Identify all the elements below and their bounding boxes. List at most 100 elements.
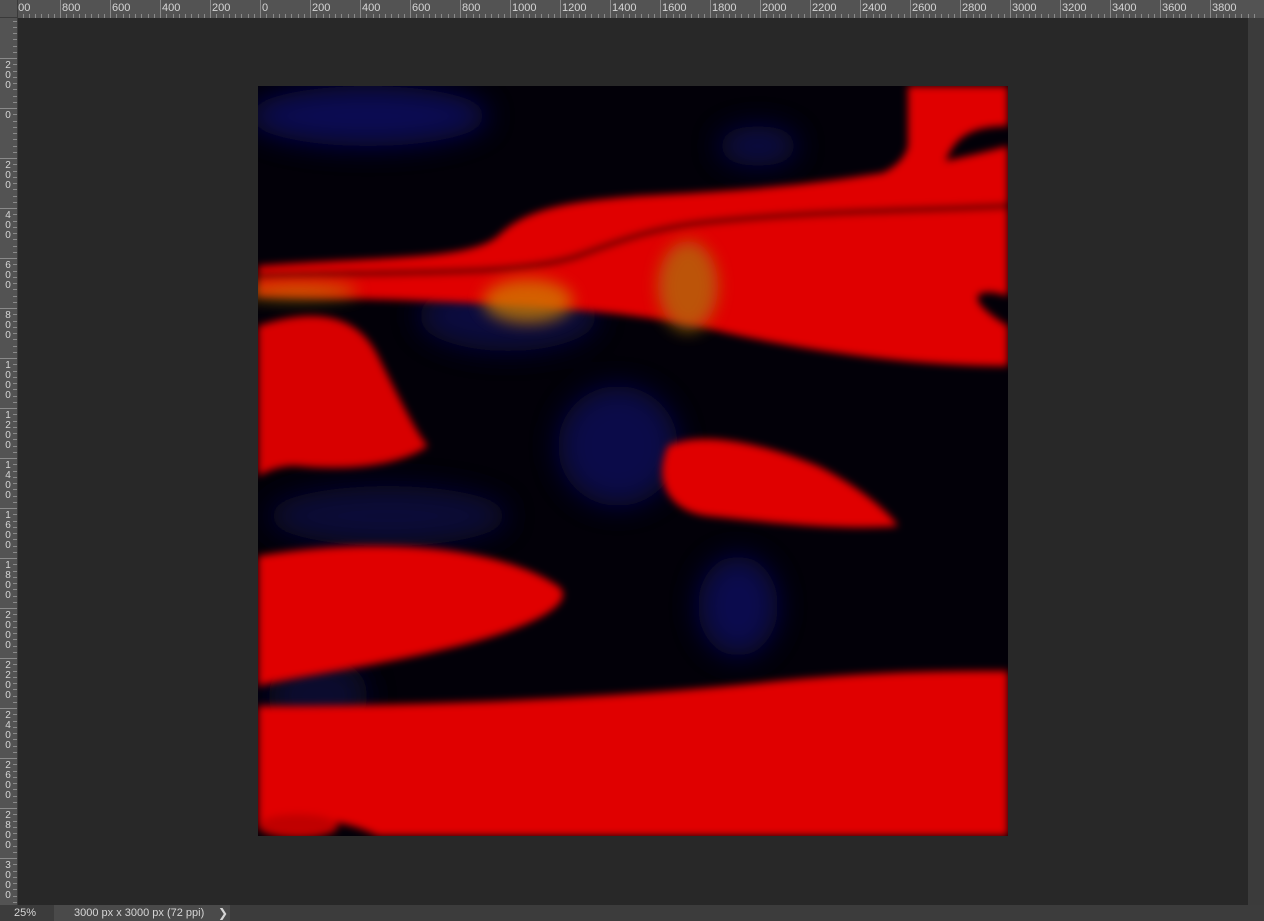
- ruler-digit: 0: [5, 740, 11, 751]
- ruler-tick: [410, 0, 411, 18]
- ruler-minor-tick: [13, 95, 17, 97]
- ruler-minor-tick: [13, 220, 17, 222]
- ruler-minor-tick: [13, 120, 17, 122]
- ruler-minor-tick: [13, 820, 17, 822]
- ruler-minor-tick: [13, 214, 17, 216]
- ruler-minor-tick: [13, 395, 17, 397]
- ruler-tick: [210, 0, 211, 18]
- ruler-tick: [0, 258, 17, 259]
- document-info[interactable]: 3000 px x 3000 px (72 ppi): [54, 905, 230, 921]
- ruler-minor-tick: [13, 33, 17, 34]
- ruler-minor-tick: [13, 695, 17, 697]
- ruler-digit: 0: [3, 18, 13, 21]
- ruler-minor-tick: [13, 326, 17, 328]
- ruler-minor-tick: [13, 301, 17, 303]
- ruler-minor-tick: [13, 389, 17, 391]
- ruler-digit: 0: [5, 440, 11, 451]
- ruler-minor-tick: [13, 595, 17, 597]
- ruler-minor-tick: [13, 333, 17, 334]
- ruler-minor-tick: [13, 870, 17, 872]
- ruler-tick: [960, 0, 961, 18]
- status-bar: 25% 3000 px x 3000 px (72 ppi) ❯: [0, 905, 1264, 921]
- ruler-tick: [0, 708, 17, 709]
- ruler-minor-tick: [13, 76, 17, 78]
- ruler-tick: [0, 108, 17, 109]
- ruler-tick: [0, 408, 17, 409]
- ruler-minor-tick: [13, 420, 17, 422]
- ruler-tick: [360, 0, 361, 18]
- ruler-minor-tick: [13, 314, 17, 316]
- ruler-minor-tick: [13, 801, 17, 803]
- ruler-minor-tick: [13, 283, 17, 284]
- ruler-tick: [460, 0, 461, 18]
- ruler-horizontal[interactable]: 0008006004002000200400600800100012001400…: [18, 0, 1264, 19]
- ruler-tick-label: 1600: [662, 2, 687, 14]
- zoom-level-field[interactable]: 25%: [0, 905, 54, 921]
- ruler-minor-tick: [13, 276, 17, 278]
- ruler-tick: [0, 608, 17, 609]
- ruler-tick-label: 1400: [612, 2, 637, 14]
- vertical-scrollbar[interactable]: [1248, 18, 1264, 905]
- ruler-minor-tick: [13, 570, 17, 572]
- ruler-minor-tick: [13, 370, 17, 372]
- ruler-digit: 0: [5, 490, 11, 501]
- ruler-minor-tick: [13, 839, 17, 841]
- ruler-vertical[interactable]: 0200020040060080010001200140016001800200…: [0, 18, 18, 905]
- ruler-tick: [860, 0, 861, 18]
- abstract-red-artwork: [258, 86, 1008, 836]
- ruler-digit: 0: [5, 180, 11, 191]
- ruler-tick-label: 600: [412, 2, 431, 14]
- ruler-tick: [1110, 0, 1111, 18]
- ruler-minor-tick: [13, 739, 17, 741]
- ruler-minor-tick: [13, 451, 17, 453]
- ruler-tick-label: 000: [18, 2, 31, 14]
- ruler-tick-label: 2200: [812, 2, 837, 14]
- ruler-digit: 0: [5, 540, 11, 551]
- ruler-minor-tick: [13, 614, 17, 616]
- ruler-minor-tick: [13, 664, 17, 666]
- ruler-minor-tick: [13, 64, 17, 66]
- ruler-digit: 0: [5, 230, 11, 241]
- ruler-minor-tick: [13, 239, 17, 241]
- ruler-minor-tick: [13, 139, 17, 141]
- ruler-tick: [1060, 0, 1061, 18]
- ruler-tick-label: 200: [212, 2, 231, 14]
- ruler-minor-tick: [13, 726, 17, 728]
- ruler-minor-tick: [13, 195, 17, 197]
- ruler-minor-tick: [13, 439, 17, 441]
- ruler-minor-tick: [13, 476, 17, 478]
- ruler-minor-tick: [13, 864, 17, 866]
- ruler-tick-label: 400: [362, 2, 381, 14]
- ruler-minor-tick: [13, 901, 17, 903]
- ruler-tick: [0, 658, 17, 659]
- ruler-tick: [760, 0, 761, 18]
- ruler-minor-tick: [13, 851, 17, 853]
- ruler-minor-tick: [13, 576, 17, 578]
- ruler-minor-tick: [13, 383, 17, 384]
- ruler-minor-tick: [13, 183, 17, 184]
- ruler-tick-label: 2600: [912, 2, 937, 14]
- ruler-minor-tick: [13, 814, 17, 816]
- ruler-tick-label: 200: [312, 2, 331, 14]
- ruler-minor-tick: [13, 533, 17, 534]
- ruler-minor-tick: [13, 170, 17, 172]
- ruler-tick-label: 600: [112, 2, 131, 14]
- ruler-minor-tick: [13, 264, 17, 266]
- ruler-minor-tick: [13, 20, 17, 22]
- ruler-tick: [0, 858, 17, 859]
- ruler-minor-tick: [13, 583, 17, 584]
- ruler-minor-tick: [13, 789, 17, 791]
- document-canvas[interactable]: [258, 86, 1008, 836]
- ruler-minor-tick: [13, 751, 17, 753]
- ruler-digit: 0: [5, 330, 11, 341]
- ruler-tick: [610, 0, 611, 18]
- ruler-minor-tick: [13, 414, 17, 416]
- ruler-minor-tick: [13, 164, 17, 166]
- ruler-tick: [710, 0, 711, 18]
- ruler-digit: 0: [5, 790, 11, 801]
- ruler-minor-tick: [13, 514, 17, 516]
- ruler-minor-tick: [13, 833, 17, 834]
- ruler-tick: [1210, 0, 1211, 18]
- chevron-right-icon[interactable]: ❯: [218, 905, 228, 921]
- ruler-minor-tick: [13, 245, 17, 247]
